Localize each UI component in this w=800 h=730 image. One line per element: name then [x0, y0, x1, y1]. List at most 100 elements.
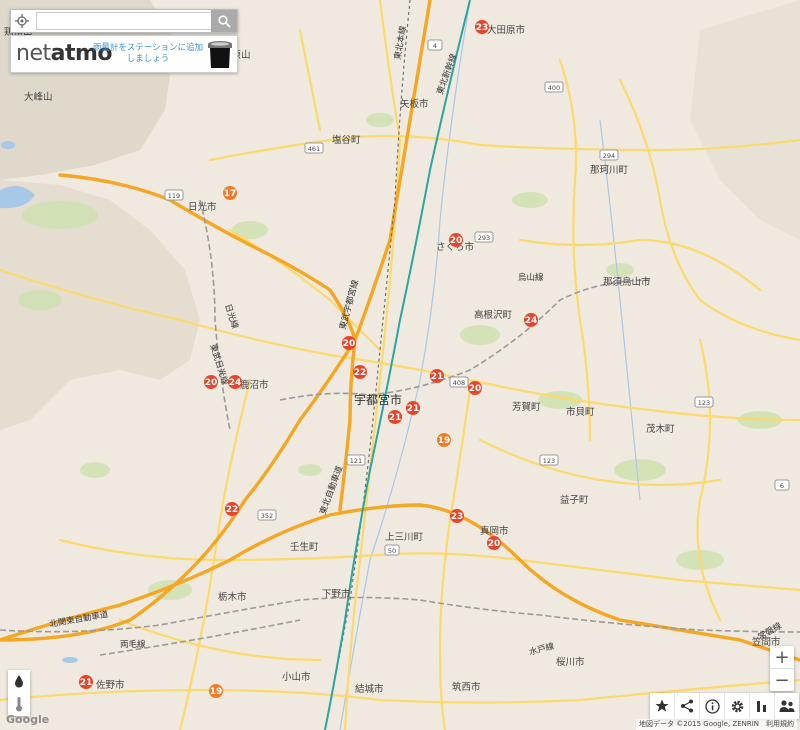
route-shield: 352: [257, 509, 277, 521]
google-logo: Google: [6, 713, 50, 726]
star-icon: [655, 699, 669, 712]
crosshair-icon: [15, 14, 29, 28]
info-icon: [704, 698, 720, 714]
info-button[interactable]: [700, 693, 725, 719]
station-marker[interactable]: 20: [204, 375, 218, 389]
svg-text:20: 20: [488, 539, 501, 549]
station-marker[interactable]: 22: [353, 365, 367, 379]
city-label: 高根沢町: [474, 309, 513, 321]
route-shield: 294: [599, 149, 619, 161]
thermometer-icon: [16, 697, 22, 712]
route-shield: 461: [304, 142, 324, 154]
favorites-button[interactable]: [650, 693, 675, 719]
route-shield: 293: [474, 231, 494, 243]
station-marker[interactable]: 23: [450, 509, 464, 523]
rail-label: 烏山線: [518, 272, 544, 283]
route-shield: 121: [346, 454, 366, 466]
station-marker[interactable]: 21: [79, 675, 93, 689]
zoom-in-button[interactable]: +: [770, 646, 794, 668]
magnifier-icon: [217, 14, 231, 28]
rain-gauge-promo[interactable]: netatmo 雨量計をステーションに追加しましょう: [10, 35, 238, 73]
bars-icon: [757, 701, 766, 712]
city-label: 結城市: [355, 683, 384, 695]
city-label: 真岡市: [480, 525, 509, 537]
svg-text:123: 123: [543, 457, 555, 465]
svg-text:23: 23: [451, 512, 464, 522]
city-label: 宇都宮市: [354, 392, 402, 407]
raindrop-icon: [15, 675, 23, 688]
svg-text:408: 408: [453, 379, 465, 387]
share-icon: [681, 699, 693, 713]
station-marker[interactable]: 23: [475, 20, 489, 35]
svg-text:24: 24: [525, 316, 538, 326]
city-label: 鹿沼市: [240, 379, 269, 391]
svg-text:4: 4: [433, 42, 437, 50]
svg-text:294: 294: [603, 152, 615, 160]
city-label: 芳賀町: [512, 401, 541, 413]
community-button[interactable]: [775, 693, 799, 719]
svg-text:352: 352: [261, 512, 273, 520]
search-input[interactable]: [36, 12, 220, 30]
svg-text:20: 20: [450, 236, 463, 246]
route-shield: 119: [164, 189, 184, 201]
station-marker[interactable]: 22: [225, 502, 239, 516]
zoom-control: + −: [770, 646, 794, 691]
station-marker[interactable]: 17: [223, 186, 237, 200]
station-marker[interactable]: 20: [342, 336, 356, 350]
route-shield: 408: [449, 376, 469, 388]
map-attribution[interactable]: 地図データ ©2015 Google, ZENRIN 利用規約: [636, 719, 798, 730]
city-label: 那須烏山市: [603, 276, 651, 288]
share-button[interactable]: [675, 693, 700, 719]
station-marker[interactable]: 21: [430, 369, 444, 383]
city-label: 下野市: [322, 588, 351, 600]
svg-text:17: 17: [224, 189, 237, 199]
city-label: 矢板市: [400, 98, 429, 110]
svg-text:121: 121: [350, 457, 362, 465]
svg-text:20: 20: [469, 384, 482, 394]
svg-text:293: 293: [478, 234, 490, 242]
promo-text: 雨量計をステーションに追加しましょう: [92, 43, 204, 64]
svg-text:6: 6: [780, 482, 784, 490]
svg-text:21: 21: [431, 372, 444, 382]
rain-toggle[interactable]: [8, 670, 30, 693]
station-marker[interactable]: 24: [228, 375, 242, 389]
city-label: 茂木町: [646, 423, 675, 435]
route-shield: 400: [544, 81, 564, 93]
city-label: 市貝町: [566, 406, 595, 418]
svg-text:461: 461: [308, 145, 320, 153]
city-label: 桜川市: [556, 656, 585, 668]
station-marker[interactable]: 20: [487, 536, 501, 550]
svg-text:119: 119: [168, 192, 180, 200]
stats-button[interactable]: [750, 693, 775, 719]
city-label: 壬生町: [290, 541, 319, 553]
search-button[interactable]: [211, 10, 237, 32]
svg-text:23: 23: [476, 23, 489, 33]
bottom-toolbar: [650, 693, 799, 719]
map-canvas[interactable]: 4 119 121 123 293 294 352 400 408 461 50…: [0, 0, 800, 730]
station-marker[interactable]: 20: [449, 233, 463, 247]
svg-text:21: 21: [407, 404, 420, 414]
svg-text:50: 50: [388, 547, 396, 555]
settings-button[interactable]: [725, 693, 750, 719]
station-marker[interactable]: 19: [437, 433, 451, 447]
station-marker[interactable]: 19: [209, 684, 223, 698]
station-marker[interactable]: 20: [468, 381, 482, 395]
route-shield: 6: [774, 479, 790, 491]
route-shield: 4: [427, 39, 443, 51]
zoom-out-button[interactable]: −: [770, 669, 794, 691]
city-label: 益子町: [560, 494, 589, 506]
city-label: 那珂川町: [590, 165, 629, 176]
city-label: 大田原市: [487, 24, 526, 36]
city-label: 上三川町: [385, 532, 424, 543]
station-marker[interactable]: 24: [524, 313, 538, 327]
station-marker[interactable]: 21: [406, 401, 420, 415]
city-label: 小山市: [282, 671, 311, 683]
locate-button[interactable]: [11, 10, 33, 32]
svg-text:21: 21: [80, 678, 93, 688]
rain-gauge-icon: [208, 41, 232, 68]
station-marker[interactable]: 21: [388, 410, 402, 424]
svg-text:22: 22: [354, 368, 367, 378]
users-icon: [779, 700, 795, 712]
city-label: 日光市: [188, 201, 217, 213]
city-label: 筑西市: [452, 681, 481, 693]
